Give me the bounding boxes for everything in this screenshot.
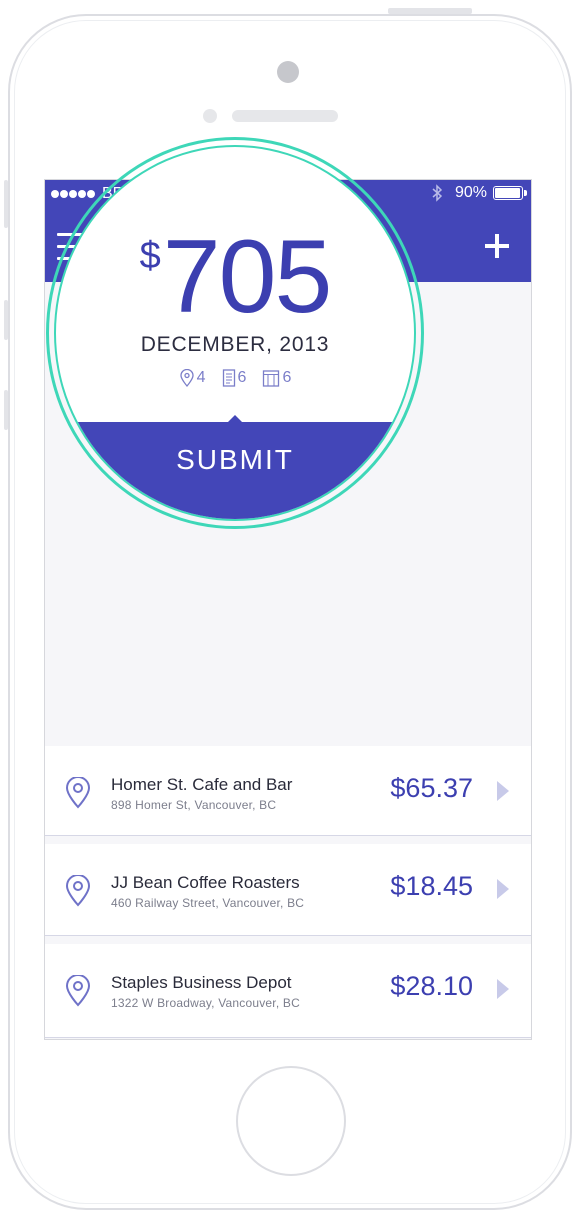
home-button[interactable] xyxy=(236,1066,346,1176)
merchant-name: JJ Bean Coffee Roasters xyxy=(111,873,300,892)
expense-period: DECEMBER, 2013 xyxy=(140,333,330,356)
expense-row[interactable]: JJ Bean Coffee Roasters 460 Railway Stre… xyxy=(45,844,531,936)
total-amount: $705 xyxy=(56,225,414,329)
location-pin-icon xyxy=(65,875,91,907)
front-camera xyxy=(277,61,299,83)
expense-amount: $18.45 xyxy=(390,871,473,901)
expense-row[interactable]: Homer St. Cafe and Bar 898 Homer St, Van… xyxy=(45,746,531,836)
merchant-address: 1322 W Broadway, Vancouver, BC xyxy=(111,996,300,1010)
location-pin-icon xyxy=(179,369,194,387)
earpiece-speaker xyxy=(232,110,338,122)
volume-up-button xyxy=(4,300,8,340)
submit-label: SUBMIT xyxy=(176,444,294,475)
power-button xyxy=(388,8,472,14)
proximity-sensor xyxy=(203,109,217,123)
document-icon xyxy=(222,369,235,387)
status-right: 90% xyxy=(431,184,527,202)
chevron-right-icon xyxy=(497,781,509,801)
currency-symbol: $ xyxy=(139,235,161,277)
battery-percent: 90% xyxy=(454,184,487,201)
merchant-name: Staples Business Depot xyxy=(111,973,292,992)
receipt-icon xyxy=(263,370,280,387)
location-pin-icon xyxy=(65,975,91,1007)
expense-amount: $28.10 xyxy=(390,971,473,1001)
submit-button[interactable]: SUBMIT xyxy=(56,415,414,519)
expense-amount: $65.37 xyxy=(390,773,473,803)
documents-stat: 6 xyxy=(222,369,247,387)
submit-notch xyxy=(227,415,243,423)
expense-row[interactable]: Staples Business Depot 1322 W Broadway, … xyxy=(45,944,531,1038)
locations-count: 4 xyxy=(196,369,206,386)
receipts-count: 6 xyxy=(282,369,292,386)
bluetooth-icon xyxy=(432,184,443,202)
mute-switch xyxy=(4,180,8,228)
summary-circle: $705 DECEMBER, 2013 4 6 6 SUBMIT xyxy=(54,145,416,521)
documents-count: 6 xyxy=(237,369,247,386)
receipts-stat: 6 xyxy=(262,369,291,387)
expense-list: Homer St. Cafe and Bar 898 Homer St, Van… xyxy=(45,746,531,1038)
total-amount-value: 705 xyxy=(162,219,333,335)
add-expense-icon[interactable] xyxy=(485,234,509,258)
merchant-address: 460 Railway Street, Vancouver, BC xyxy=(111,896,305,910)
chevron-right-icon xyxy=(497,979,509,999)
merchant-address: 898 Homer St, Vancouver, BC xyxy=(111,798,277,812)
volume-down-button xyxy=(4,390,8,430)
summary-stats: 4 6 6 xyxy=(56,369,414,387)
locations-stat: 4 xyxy=(179,369,206,387)
battery-icon xyxy=(493,186,527,200)
merchant-name: Homer St. Cafe and Bar xyxy=(111,775,293,794)
location-pin-icon xyxy=(65,777,91,809)
chevron-right-icon xyxy=(497,879,509,899)
